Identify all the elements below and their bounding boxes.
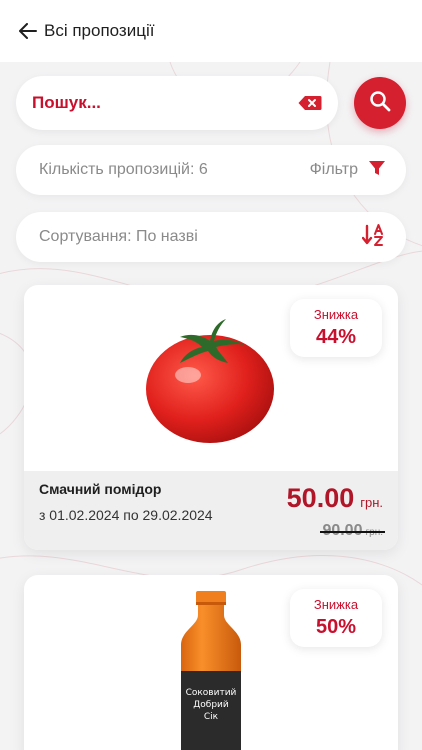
bottle-label: Соковитий Добрий Сік — [182, 687, 240, 723]
clear-icon[interactable] — [298, 95, 322, 111]
sort-az-icon[interactable] — [361, 223, 386, 252]
sort-bar[interactable]: Сортування: По назві — [16, 212, 406, 262]
search-input-text[interactable]: Пошук... — [32, 93, 298, 113]
new-price-value: 50.00 — [286, 483, 355, 513]
filter-funnel-icon[interactable] — [368, 159, 386, 182]
search-input[interactable]: Пошук... — [16, 76, 338, 130]
strikethrough-line — [320, 531, 385, 533]
discount-value: 44% — [315, 326, 357, 348]
bottle-label-line: Соковитий — [185, 688, 237, 698]
old-price: 90.00 грн. — [320, 522, 385, 540]
offer-card[interactable]: Знижка 44% Смачний помідор з 01.02.2024 … — [24, 285, 398, 550]
new-price-currency: грн. — [360, 495, 383, 510]
search-button[interactable] — [354, 77, 406, 129]
discount-label: Знижка — [313, 307, 359, 322]
bottle-label-line: Сік — [203, 712, 219, 722]
filter-button-label[interactable]: Фільтр — [310, 161, 358, 179]
discount-badge: Знижка 50% — [290, 589, 382, 647]
product-name: Смачний помідор — [39, 481, 162, 497]
juice-bottle-image — [181, 591, 241, 750]
offer-card[interactable]: Соковитий Добрий Сік Знижка 50% — [24, 575, 398, 750]
discount-value: 50% — [315, 616, 357, 638]
new-price: 50.00 грн. — [287, 483, 383, 514]
page-title[interactable]: Всі пропозиції — [44, 21, 154, 41]
tomato-image — [146, 319, 274, 443]
offer-dates: з 01.02.2024 по 29.02.2024 — [39, 507, 213, 523]
back-arrow-icon[interactable] — [18, 21, 38, 41]
offer-info: Смачний помідор з 01.02.2024 по 29.02.20… — [24, 471, 398, 550]
sort-label: Сортування: По назві — [39, 228, 198, 245]
discount-badge: Знижка 44% — [290, 299, 382, 357]
offers-count-bar: Кількість пропозицій: 6 Фільтр — [16, 145, 406, 195]
search-icon — [369, 90, 391, 117]
offers-count-label: Кількість пропозицій: 6 — [39, 161, 208, 178]
top-bar: Всі пропозиції — [0, 0, 422, 62]
bottle-label-line: Добрий — [193, 700, 229, 710]
discount-label: Знижка — [313, 597, 359, 612]
